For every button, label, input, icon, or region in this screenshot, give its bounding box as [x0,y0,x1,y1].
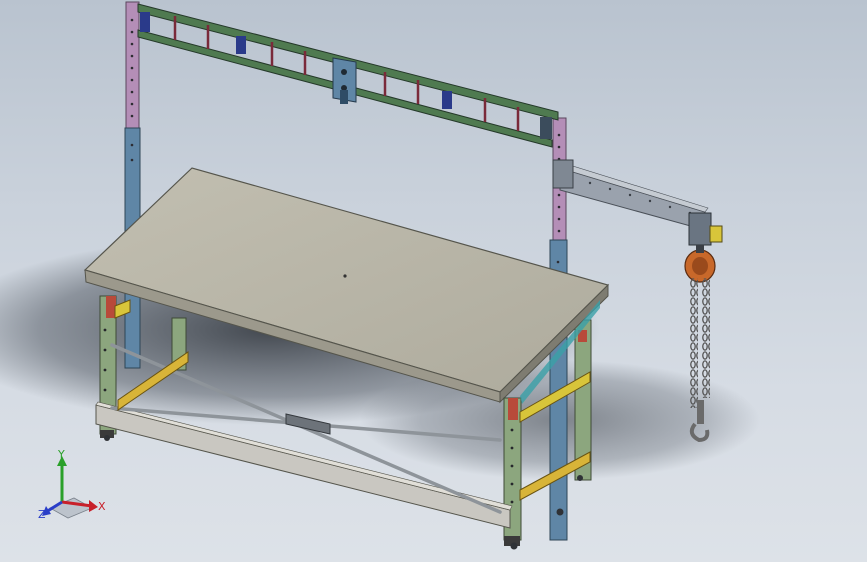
triad-y-label: Y [57,448,65,461]
triad-z-label: Z [38,508,46,521]
jib-arm [552,159,709,231]
triad-base [49,497,93,519]
triad-x-arrow-icon [89,500,98,512]
cad-viewport[interactable]: Y X Z [0,0,867,562]
beam-trolley-plate [332,57,357,104]
triad-x-label: X [98,500,106,513]
orientation-triad[interactable]: Y X Z [38,448,106,521]
3d-model-scene[interactable]: Y X Z [0,0,867,562]
